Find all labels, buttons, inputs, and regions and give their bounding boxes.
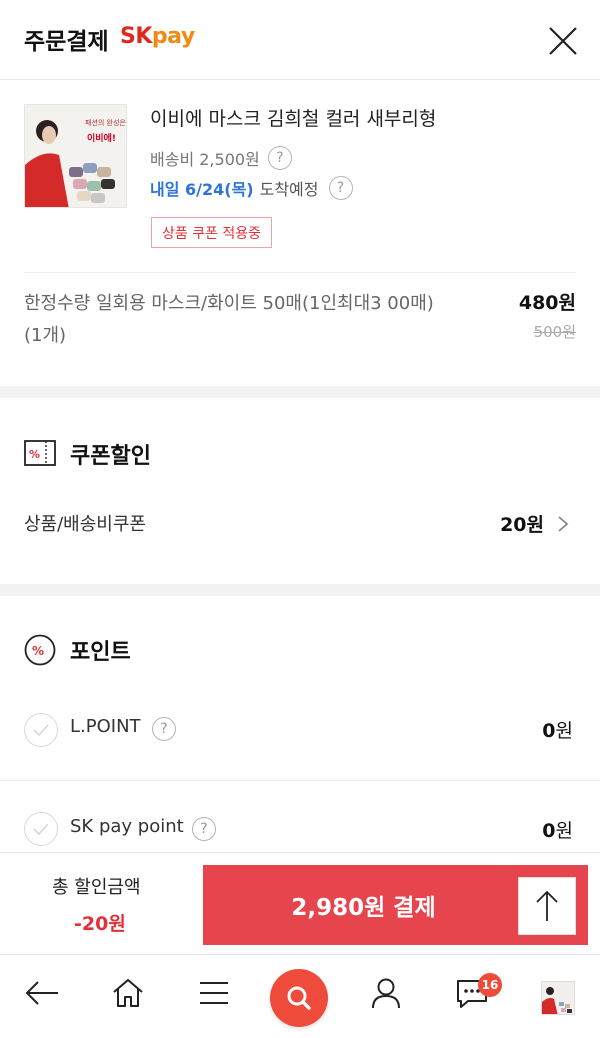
skpay-point-value-unit: 원 [555, 820, 573, 842]
search-icon [287, 986, 311, 1010]
skpay-point-value-num: 0 [542, 820, 556, 842]
lpoint-value-unit: 원 [555, 720, 573, 742]
brand-sk: SK [120, 24, 152, 49]
help-icon[interactable]: ? [328, 176, 353, 200]
help-icon[interactable]: ? [192, 817, 216, 841]
nav-menu[interactable] [192, 971, 236, 1015]
menu-icon [200, 982, 228, 1004]
arrow-up-icon [536, 890, 558, 921]
shipping-fee-row: 배송비 2,500원 ? [150, 146, 292, 170]
point-title: 포인트 [70, 640, 131, 665]
thumb-text-brand: 이비에! [87, 132, 116, 144]
coupon-icon: % [24, 440, 56, 466]
close-icon [549, 27, 577, 55]
coupon-section: % 쿠폰할인 상품/배송비쿠폰 20원 [0, 398, 600, 584]
header: 주문결제 SKpay [0, 0, 600, 80]
back-arrow-icon [25, 981, 58, 1005]
check-icon [33, 724, 49, 737]
nav-my-account[interactable] [364, 971, 408, 1015]
coupon-title: 쿠폰할인 [70, 444, 151, 469]
coupon-row[interactable]: 상품/배송비쿠폰 20원 [0, 502, 600, 546]
check-icon [33, 823, 49, 836]
section-gap [0, 386, 600, 398]
help-icon[interactable]: ? [152, 717, 176, 741]
help-icon[interactable]: ? [267, 146, 292, 170]
product-name[interactable]: 이비에 마스크 김희철 컬러 새부리형 [150, 104, 436, 131]
lpoint-label: L.POINT [70, 716, 141, 737]
chevron-right-icon [558, 516, 569, 532]
pay-button[interactable]: 2,980원 결제 [203, 865, 588, 945]
option-name: 한정수량 일회용 마스크/화이트 50매(1인최대3 00매) (1개) [24, 293, 434, 346]
product-section: 패션의 완성은 이비에! 이비에 마스크 김희철 컬러 새부리형 배송비 2,5… [0, 80, 600, 386]
product-thumbnail[interactable]: 패션의 완성은 이비에! [24, 104, 127, 208]
home-icon [113, 979, 143, 1007]
coupon-applied-badge: 상품 쿠폰 적용중 [151, 217, 273, 248]
bottom-nav: 16 [0, 954, 600, 1038]
sk-pay-logo: SKpay [120, 24, 195, 49]
skpay-point-value: 0원 [542, 816, 573, 843]
arrival-date: 내일 6/24(목) [150, 180, 254, 199]
point-row-lpoint[interactable]: L.POINT ? 0원 [0, 710, 600, 750]
user-icon [372, 978, 400, 1009]
pay-button-label: 2,980원 결제 [291, 895, 436, 921]
original-price: 500원 [533, 323, 576, 341]
payment-bar: 총 할인금액 -20원 2,980원 결제 [0, 852, 600, 954]
point-percent-icon: % [24, 634, 56, 666]
shipping-fee: 배송비 2,500원 [150, 150, 260, 169]
nav-back[interactable] [20, 971, 64, 1015]
total-discount-label: 총 할인금액 [52, 877, 141, 898]
nav-recent-product[interactable] [541, 981, 575, 1015]
svg-text:%: % [29, 448, 40, 461]
nav-home[interactable] [106, 971, 150, 1015]
chat-badge: 16 [478, 973, 502, 997]
arrival-suffix: 도착예정 [259, 180, 319, 199]
sale-price: 480원 [518, 292, 576, 314]
section-gap [0, 584, 600, 596]
total-discount-value: -20원 [74, 913, 126, 935]
coupon-row-label: 상품/배송비쿠폰 [24, 514, 146, 535]
close-button[interactable] [546, 24, 580, 58]
page-title: 주문결제 [24, 29, 109, 55]
arrival-row: 내일 6/24(목) 도착예정 ? [150, 176, 353, 200]
skpay-point-label: SK pay point [70, 816, 184, 837]
svg-text:%: % [32, 644, 44, 658]
point-row-skpay[interactable]: SK pay point ? 0원 [0, 812, 600, 852]
brand-pay: pay [151, 24, 195, 49]
lpoint-value: 0원 [542, 716, 573, 743]
product-image: 패션의 완성은 이비에! [25, 105, 126, 207]
lpoint-checkbox[interactable] [24, 713, 58, 747]
skpay-point-checkbox[interactable] [24, 812, 58, 846]
recent-product-thumbnail [542, 982, 574, 1014]
coupon-row-value: 20원 [500, 514, 544, 536]
point-section: % 포인트 L.POINT ? 0원 SK pay point ? 0원 [0, 596, 600, 866]
nav-search[interactable] [270, 969, 328, 1027]
thumb-text-top: 패션의 완성은 [85, 118, 126, 127]
divider [0, 780, 600, 781]
scroll-top-button[interactable] [518, 877, 576, 935]
lpoint-value-num: 0 [542, 720, 556, 742]
divider [24, 272, 576, 273]
